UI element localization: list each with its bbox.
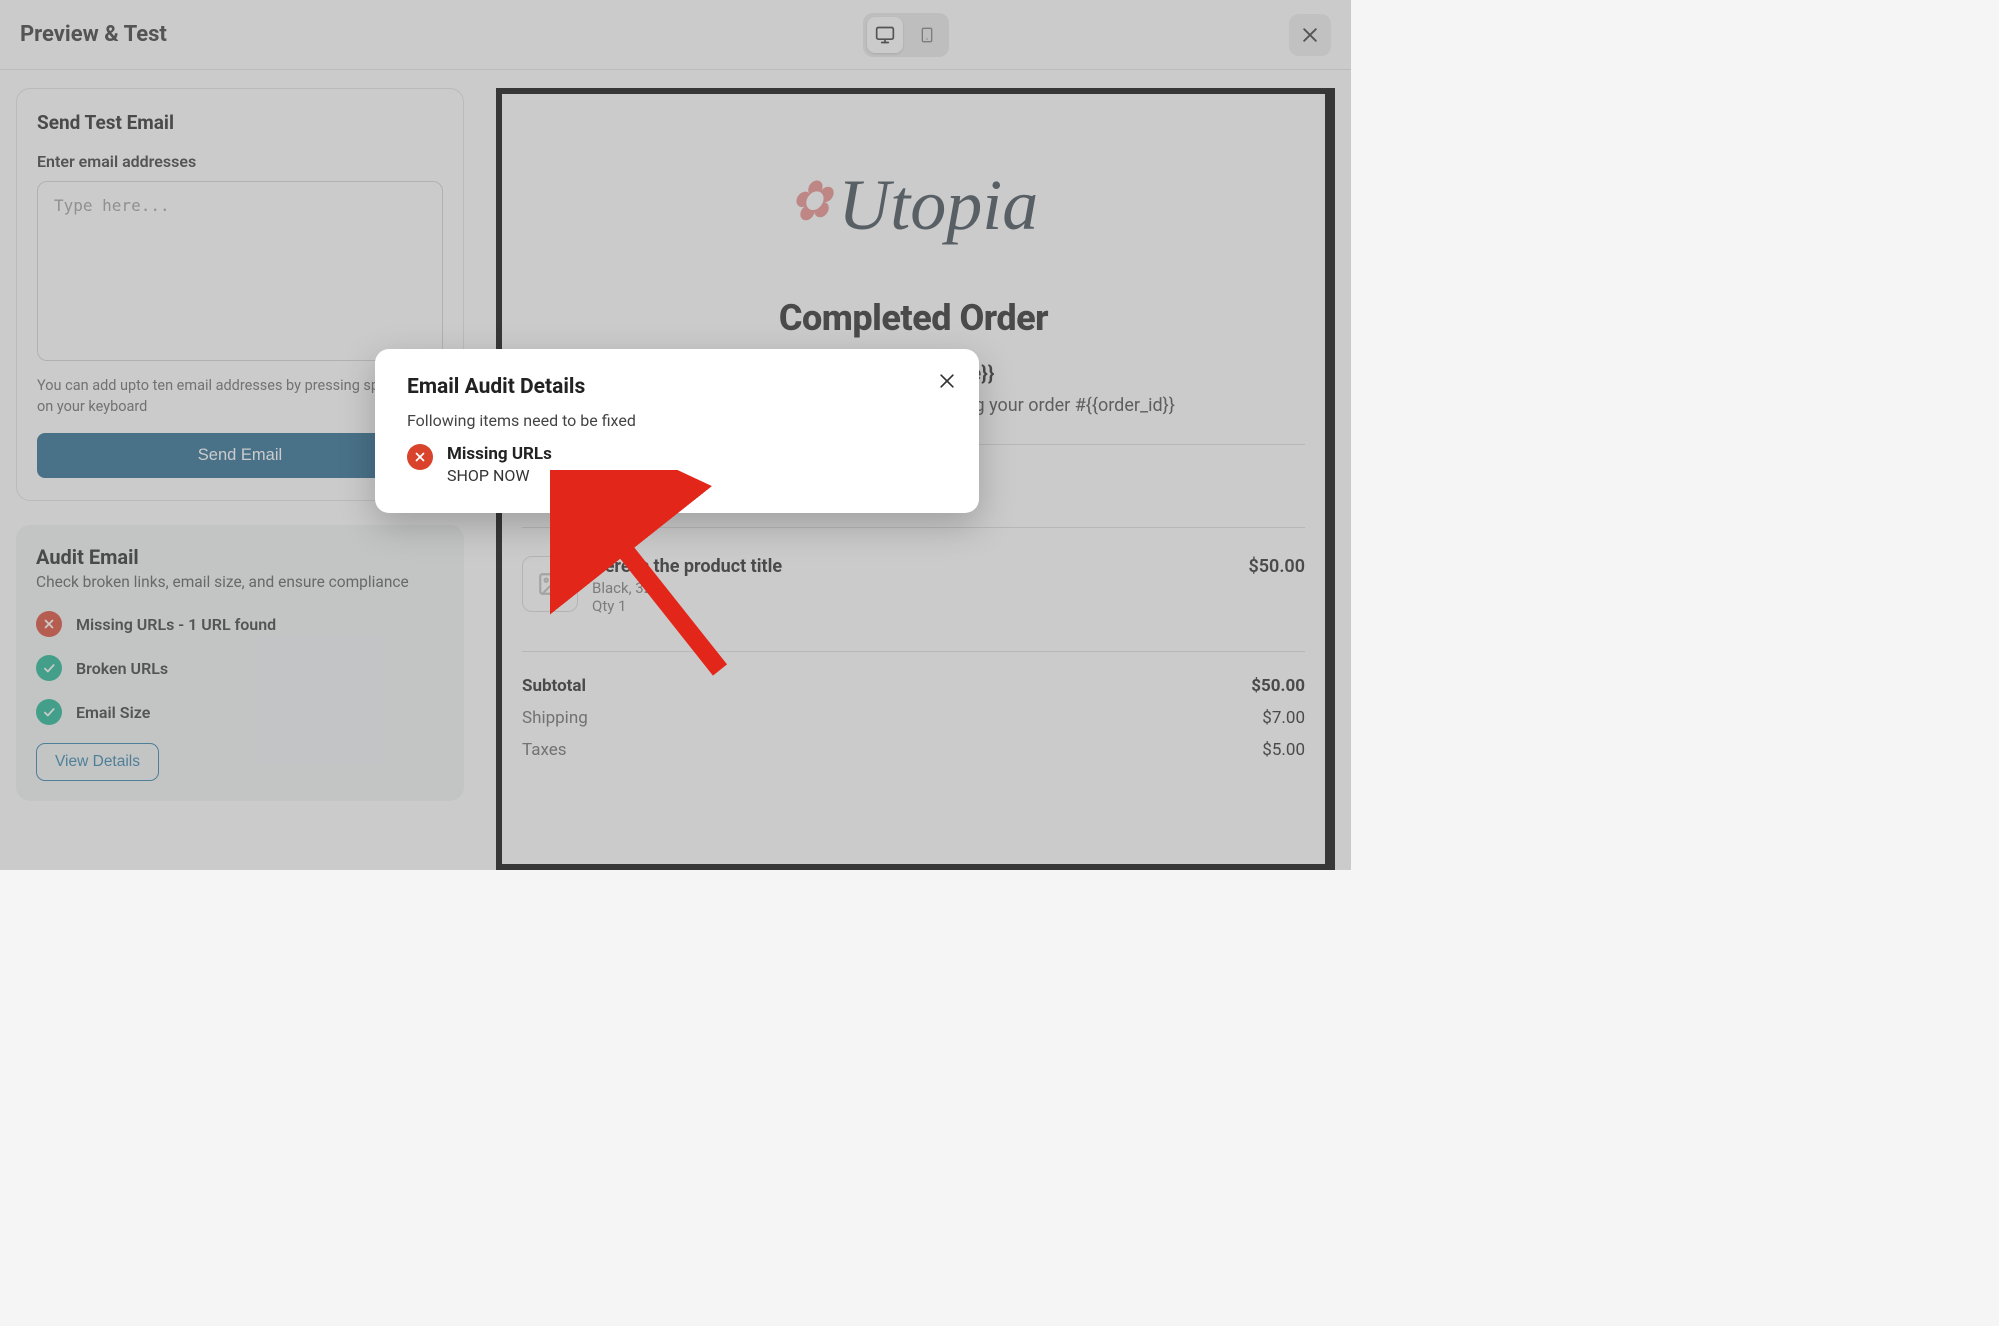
modal-title: Email Audit Details: [407, 375, 947, 399]
error-icon: [407, 444, 433, 470]
close-icon: [937, 371, 957, 391]
audit-details-modal: Email Audit Details Following items need…: [375, 349, 979, 513]
issue-title: Missing URLs: [447, 444, 552, 464]
modal-close-button[interactable]: [937, 371, 957, 391]
issue-detail: SHOP NOW: [447, 466, 552, 485]
modal-subtitle: Following items need to be fixed: [407, 411, 947, 430]
modal-issue-row: Missing URLs SHOP NOW: [407, 444, 947, 485]
